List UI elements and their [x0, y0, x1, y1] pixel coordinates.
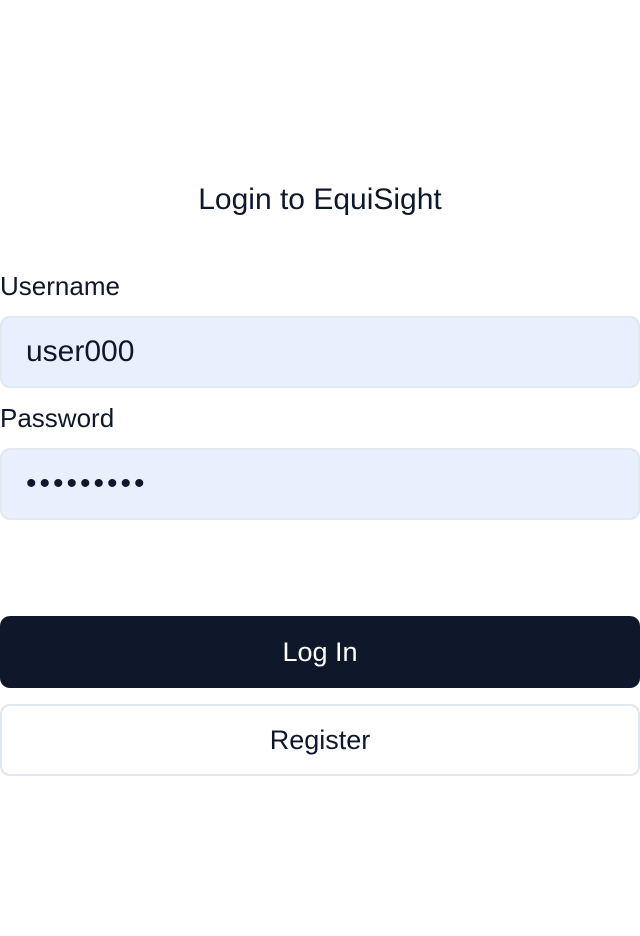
username-input[interactable] — [0, 316, 640, 388]
login-page: Login to EquiSight Username Password Log… — [0, 0, 640, 936]
page-title: Login to EquiSight — [198, 183, 442, 216]
password-label: Password — [0, 403, 115, 433]
username-label: Username — [0, 271, 120, 301]
login-button[interactable]: Log In — [0, 616, 640, 688]
register-button[interactable]: Register — [0, 704, 640, 776]
password-input[interactable] — [0, 448, 640, 520]
